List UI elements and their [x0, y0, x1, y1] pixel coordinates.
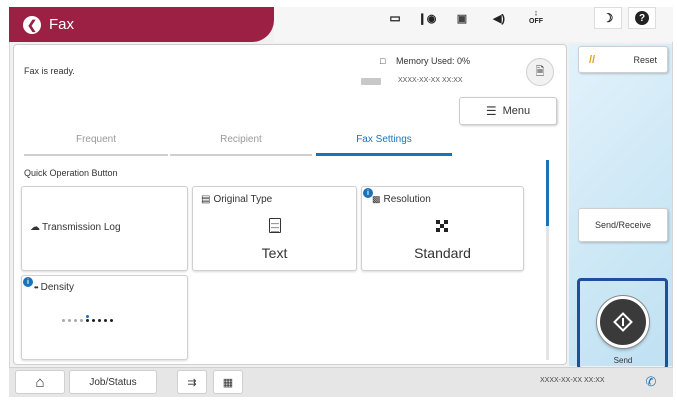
line-indicator-chip — [361, 78, 381, 85]
resolution-label: Resolution — [383, 194, 431, 205]
original-type-label: Original Type — [213, 194, 273, 205]
help-icon[interactable]: ? — [628, 7, 656, 29]
back-button[interactable]: ❮ — [23, 15, 41, 34]
hamburger-icon: ☰ — [485, 104, 497, 118]
job-status-button[interactable]: Job/Status — [69, 370, 157, 394]
menu-label: Menu — [502, 105, 531, 117]
paper-feed-icon: ⇉ — [187, 376, 197, 389]
paper-feed-button[interactable]: ⇉ — [177, 370, 207, 394]
tab-recipient[interactable]: Recipient — [170, 134, 312, 156]
transmission-log-label: Transmission Log — [42, 222, 121, 233]
scrollbar-thumb[interactable] — [546, 160, 549, 226]
resolution-pattern-icon — [436, 220, 448, 232]
home-button[interactable]: ⌂ — [15, 370, 65, 394]
info-icon: i — [23, 277, 33, 287]
ink-status-icon[interactable]: ❙◉ — [412, 7, 442, 29]
fax-number-text: XXXX-XX-XX XX:XX — [398, 77, 463, 84]
text-document-icon: ― ― ― — [269, 218, 281, 236]
tab-label: Fax Settings — [356, 134, 412, 145]
line-connect-button[interactable]: ✆ — [635, 370, 667, 394]
network-status-icon[interactable]: ▣ — [448, 7, 476, 29]
reset-icon: // — [589, 53, 596, 66]
phone-icon: ✆ — [645, 374, 657, 389]
memory-used-text: Memory Used: 0% — [396, 56, 471, 66]
original-type-button[interactable]: ▤ Original Type ― ― ― Text — [192, 186, 357, 271]
original-type-icon: ▤ — [201, 194, 211, 205]
document-status-button[interactable]: 🗎 — [526, 58, 554, 86]
document-icon: 🗎 — [535, 65, 545, 78]
reset-label: Reset — [633, 54, 657, 65]
home-icon: ⌂ — [35, 373, 45, 391]
reset-button[interactable]: // Reset — [578, 46, 668, 73]
sleep-mode-icon[interactable]: ☽ — [594, 7, 622, 29]
quick-operation-heading: Quick Operation Button — [24, 168, 118, 178]
transmission-log-icon: ☁ — [30, 222, 40, 233]
resolution-value: Standard — [414, 245, 471, 261]
network-button[interactable]: ▦ — [213, 370, 243, 394]
job-status-label: Job/Status — [89, 376, 137, 388]
send-button[interactable] — [597, 296, 649, 348]
tab-label: Frequent — [75, 134, 117, 145]
title-bar: ❮ Fax — [9, 7, 274, 42]
wifi-direct-off-icon[interactable]: ↨ OFF — [523, 7, 549, 29]
page-title: Fax — [49, 16, 75, 33]
density-label: Density — [40, 282, 74, 293]
sound-icon[interactable]: ◀) — [487, 7, 511, 29]
tab-frequent[interactable]: Frequent — [24, 134, 168, 156]
send-receive-button[interactable]: Send/Receive — [578, 208, 668, 242]
transmission-log-button[interactable]: ☁ Transmission Log — [21, 186, 188, 271]
memory-icon: □ — [380, 56, 386, 66]
start-diamond-icon — [613, 312, 633, 332]
density-level-indicator — [62, 319, 113, 322]
send-label: Send — [613, 356, 633, 365]
menu-button[interactable]: ☰ Menu — [459, 97, 557, 125]
resolution-button[interactable]: i ▩ Resolution Standard — [361, 186, 524, 271]
original-type-value: Text — [261, 245, 288, 261]
network-icon: ▦ — [222, 376, 234, 389]
density-button[interactable]: i •• Density — [21, 275, 188, 360]
resolution-icon: ▩ — [372, 194, 381, 204]
paper-setting-icon[interactable]: ▭ — [384, 7, 406, 29]
back-arrow-icon: ❮ — [26, 17, 38, 32]
density-icon: •• — [34, 283, 39, 292]
bottom-fax-number: XXXX-XX-XX XX:XX — [540, 377, 605, 384]
send-receive-label: Send/Receive — [594, 220, 652, 230]
fax-status-text: Fax is ready. — [24, 66, 75, 76]
tab-label: Recipient — [220, 134, 262, 145]
tab-fax-settings[interactable]: Fax Settings — [316, 134, 452, 156]
